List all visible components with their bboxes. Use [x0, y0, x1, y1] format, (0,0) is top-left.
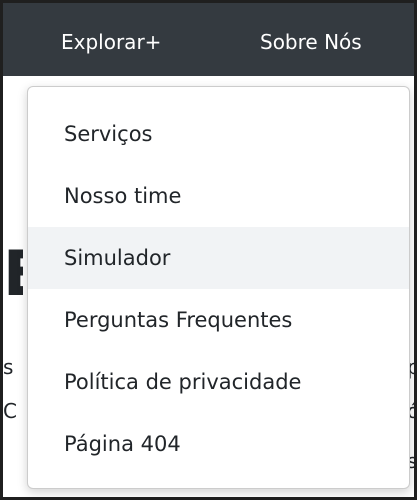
background-heading-fragment: E: [3, 239, 23, 309]
background-text-fragment: C: [3, 399, 17, 423]
dropdown-item-politica-de-privacidade[interactable]: Política de privacidade: [28, 351, 409, 413]
background-text-fragment: s: [3, 355, 14, 379]
dropdown-item-nosso-time[interactable]: Nosso time: [28, 165, 409, 227]
nav-explorar-toggle[interactable]: Explorar+: [61, 29, 161, 55]
nav-sobre-nos-link[interactable]: Sobre Nós: [260, 29, 362, 55]
explorar-dropdown-menu: Serviços Nosso time Simulador Perguntas …: [27, 86, 410, 489]
dropdown-item-pagina-404[interactable]: Página 404: [28, 413, 409, 475]
screenshot-frame: Explorar+ Sobre Nós E s C p ó s Serviços…: [0, 0, 417, 500]
dropdown-item-simulador[interactable]: Simulador: [28, 227, 409, 289]
dropdown-item-servicos[interactable]: Serviços: [28, 103, 409, 165]
dropdown-item-perguntas-frequentes[interactable]: Perguntas Frequentes: [28, 289, 409, 351]
top-navbar: Explorar+ Sobre Nós: [3, 3, 414, 76]
